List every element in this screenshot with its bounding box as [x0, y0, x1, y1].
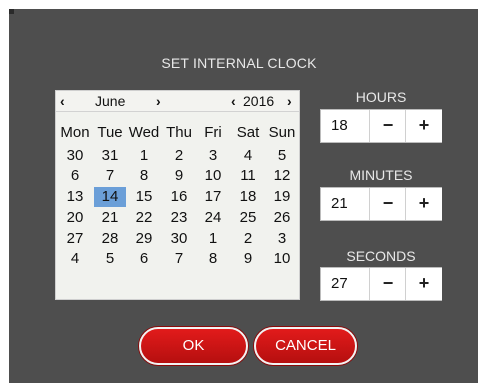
weekday-header: Fri: [204, 124, 222, 141]
calendar-day[interactable]: 28: [94, 229, 126, 249]
calendar-day[interactable]: 2: [163, 146, 195, 166]
calendar-day[interactable]: 30: [59, 146, 91, 166]
calendar-day[interactable]: 8: [128, 166, 160, 186]
hours-value[interactable]: 18: [321, 110, 367, 142]
calendar-day[interactable]: 12: [266, 166, 298, 186]
prev-year-button[interactable]: ‹: [231, 93, 236, 110]
minutes-increment-button[interactable]: +: [405, 188, 442, 220]
calendar-day[interactable]: 10: [197, 166, 229, 186]
calendar-day[interactable]: 5: [266, 146, 298, 166]
calendar-day[interactable]: 2: [232, 229, 264, 249]
next-month-button[interactable]: ›: [156, 93, 161, 110]
seconds-label: SECONDS: [346, 248, 416, 264]
calendar-day[interactable]: 7: [163, 249, 195, 269]
minutes-value[interactable]: 21: [321, 188, 367, 220]
calendar-day[interactable]: 8: [197, 249, 229, 269]
hours-increment-button[interactable]: +: [405, 110, 442, 142]
seconds-value[interactable]: 27: [321, 268, 367, 300]
calendar-day[interactable]: 9: [232, 249, 264, 269]
calendar-day[interactable]: 9: [163, 166, 195, 186]
dialog-corner: [9, 9, 14, 14]
calendar-day[interactable]: 31: [94, 146, 126, 166]
calendar: ‹ June › ‹ 2016 › Mon Tue Wed Thu Fri Sat Sun …: [55, 90, 300, 300]
calendar-day[interactable]: 21: [94, 208, 126, 228]
calendar-day[interactable]: 6: [128, 249, 160, 269]
calendar-day[interactable]: 25: [232, 208, 264, 228]
calendar-day[interactable]: 4: [59, 249, 91, 269]
seconds-spinner: 27 − +: [320, 267, 442, 301]
calendar-day[interactable]: 30: [163, 229, 195, 249]
weekday-header: Sun: [268, 124, 296, 141]
hours-decrement-button[interactable]: −: [369, 110, 406, 142]
calendar-day[interactable]: 11: [232, 166, 264, 186]
calendar-day[interactable]: 13: [59, 187, 91, 207]
calendar-day[interactable]: 7: [94, 166, 126, 186]
calendar-day[interactable]: 1: [128, 146, 160, 166]
calendar-day[interactable]: 4: [232, 146, 264, 166]
calendar-day[interactable]: 10: [266, 249, 298, 269]
dialog-title: SET INTERNAL CLOCK: [161, 55, 317, 71]
calendar-day[interactable]: 15: [128, 187, 160, 207]
weekday-header: Tue: [97, 124, 123, 141]
minutes-spinner: 21 − +: [320, 187, 442, 221]
calendar-day[interactable]: 5: [94, 249, 126, 269]
seconds-increment-button[interactable]: +: [405, 268, 442, 300]
calendar-day[interactable]: 26: [266, 208, 298, 228]
calendar-day[interactable]: 3: [197, 146, 229, 166]
calendar-day[interactable]: 16: [163, 187, 195, 207]
calendar-day[interactable]: 3: [266, 229, 298, 249]
ok-button[interactable]: OK: [139, 327, 248, 365]
hours-spinner: 18 − +: [320, 109, 442, 143]
weekday-header: Wed: [128, 124, 160, 141]
calendar-day[interactable]: 20: [59, 208, 91, 228]
minutes-label: MINUTES: [349, 167, 413, 183]
calendar-day[interactable]: 1: [197, 229, 229, 249]
minutes-decrement-button[interactable]: −: [369, 188, 406, 220]
weekday-header: Sat: [236, 124, 260, 141]
calendar-day-selected[interactable]: 14: [94, 187, 126, 207]
calendar-day[interactable]: 27: [59, 229, 91, 249]
next-year-button[interactable]: ›: [287, 93, 292, 110]
calendar-day[interactable]: 29: [128, 229, 160, 249]
calendar-day[interactable]: 23: [163, 208, 195, 228]
calendar-day[interactable]: 24: [197, 208, 229, 228]
weekday-header: Mon: [60, 124, 90, 141]
weekday-header: Thu: [166, 124, 192, 141]
calendar-day[interactable]: 6: [59, 166, 91, 186]
cancel-button[interactable]: CANCEL: [254, 327, 357, 365]
prev-month-button[interactable]: ‹: [60, 93, 65, 110]
year-label: 2016: [243, 93, 275, 109]
calendar-day[interactable]: 18: [232, 187, 264, 207]
seconds-decrement-button[interactable]: −: [369, 268, 406, 300]
calendar-header: ‹ June › ‹ 2016 ›: [56, 91, 299, 112]
calendar-day[interactable]: 17: [197, 187, 229, 207]
hours-label: HOURS: [355, 89, 407, 105]
calendar-day[interactable]: 22: [128, 208, 160, 228]
month-label: June: [95, 93, 126, 109]
calendar-day[interactable]: 19: [266, 187, 298, 207]
